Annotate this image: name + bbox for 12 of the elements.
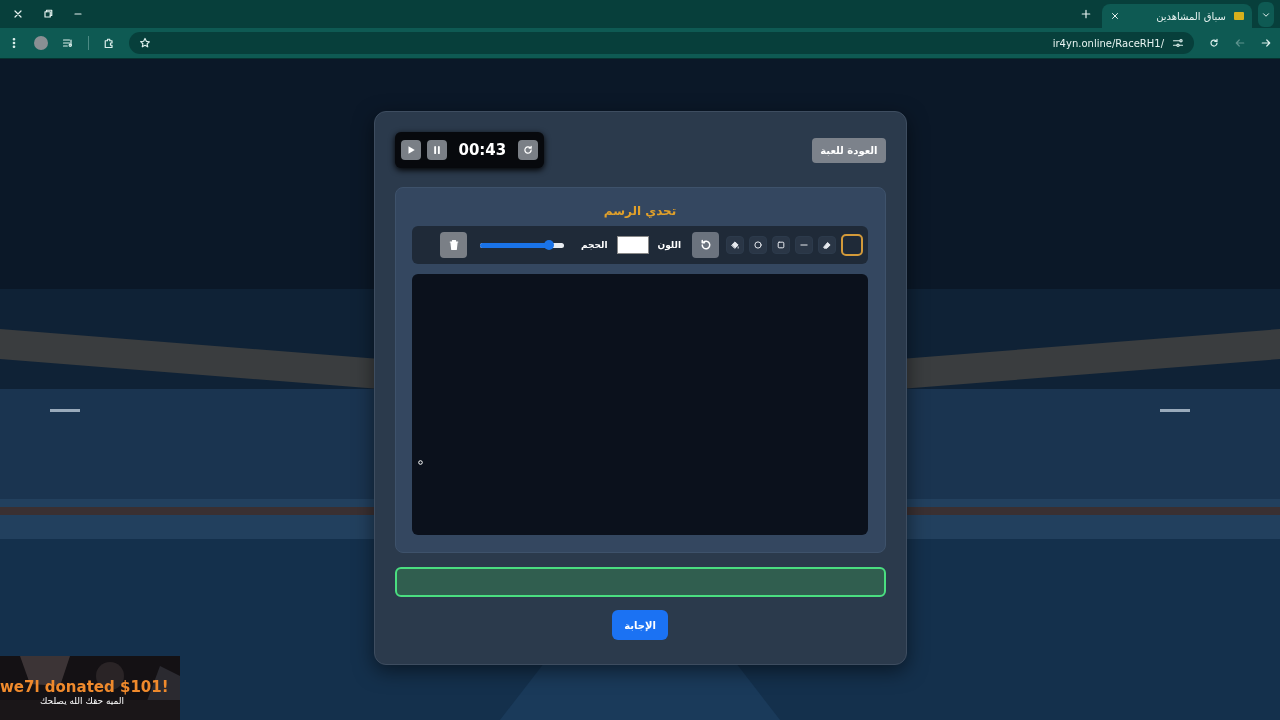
browser-tab[interactable]: سباق المشاهدين bbox=[1102, 4, 1252, 28]
address-bar[interactable]: ir4yn.online/RaceRH1/ bbox=[1052, 37, 1164, 49]
reload-icon[interactable] bbox=[1208, 37, 1220, 49]
avatar-icon[interactable] bbox=[34, 36, 48, 50]
favicon-icon bbox=[1234, 12, 1244, 20]
close-tab-icon[interactable] bbox=[1110, 11, 1120, 21]
forward-arrow-icon[interactable] bbox=[1260, 37, 1272, 49]
media-icon[interactable] bbox=[62, 37, 74, 49]
star-icon[interactable] bbox=[139, 37, 151, 49]
new-tab-icon[interactable] bbox=[1080, 7, 1092, 20]
site-settings-icon[interactable] bbox=[1172, 37, 1184, 49]
puzzle-icon[interactable] bbox=[103, 37, 115, 49]
